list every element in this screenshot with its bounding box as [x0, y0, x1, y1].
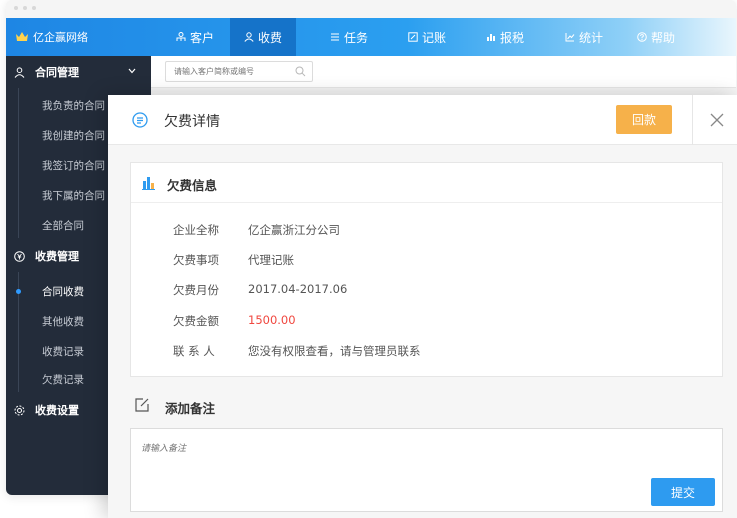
- field-value: 2017.04-2017.06: [248, 282, 348, 296]
- nav-label: 任务: [344, 30, 369, 45]
- field-label: 企业全称: [173, 223, 219, 237]
- field-arrears-item: 欠费事项 代理记账: [131, 252, 722, 272]
- yen-icon: [14, 250, 25, 262]
- nav-label: 统计: [579, 30, 604, 45]
- coin-icon: [132, 112, 148, 128]
- modal-header: 欠费详情 回款: [108, 95, 737, 145]
- chevron-down-icon: [128, 68, 136, 74]
- sidebar-group-label: 收费设置: [35, 404, 79, 417]
- user-icon: [244, 32, 254, 42]
- info-card-header: 欠费信息: [131, 163, 722, 203]
- search-icon[interactable]: [295, 66, 306, 77]
- nav-tax[interactable]: 报税: [472, 18, 538, 56]
- field-label: 欠费月份: [173, 283, 219, 297]
- edit-note-icon: [135, 398, 149, 412]
- remark-box: 提交: [130, 428, 723, 512]
- refund-button[interactable]: 回款: [616, 105, 672, 134]
- sidebar-item-label: 合同收费: [42, 285, 84, 298]
- field-contact: 联 系 人 您没有权限查看，请与管理员联系: [131, 343, 722, 363]
- arrears-info-card: 欠费信息 企业全称 亿企赢浙江分公司 欠费事项 代理记账 欠费月份 2017.0…: [130, 162, 723, 377]
- nav-bookkeeping[interactable]: 记账: [394, 18, 460, 56]
- list-icon: [331, 33, 339, 41]
- field-label: 欠费事项: [173, 253, 219, 267]
- header-divider: [692, 95, 693, 145]
- edit-icon: [408, 32, 418, 42]
- nav-label: 报税: [500, 30, 525, 45]
- brand[interactable]: 亿企赢网络: [16, 18, 88, 56]
- remark-title: 添加备注: [165, 401, 216, 416]
- arrears-detail-modal: 欠费详情 回款 欠费信息 企业全称 亿企赢浙江分公司 欠费事项 代理记账 欠费月…: [108, 95, 737, 518]
- nav-label: 记账: [422, 30, 447, 45]
- field-label: 欠费金额: [173, 314, 219, 328]
- window-titlebar: [6, 0, 736, 18]
- close-icon[interactable]: [708, 111, 726, 129]
- user-icon: [14, 66, 25, 78]
- building-icon: [142, 177, 155, 190]
- crown-logo-icon: [16, 32, 28, 41]
- nav-help[interactable]: 帮助: [623, 18, 689, 56]
- active-indicator: [16, 289, 21, 294]
- field-value: 代理记账: [248, 253, 294, 267]
- remark-textarea[interactable]: [131, 429, 722, 511]
- search-bar: [151, 56, 736, 88]
- window-dot[interactable]: [23, 6, 27, 10]
- info-card-title: 欠费信息: [167, 178, 218, 193]
- line-chart-icon: [565, 33, 575, 42]
- window-dot[interactable]: [14, 6, 18, 10]
- submit-button[interactable]: 提交: [651, 478, 715, 506]
- field-arrears-amount: 欠费金额 1500.00: [131, 313, 722, 333]
- field-value: 亿企赢浙江分公司: [248, 223, 340, 237]
- search-input[interactable]: [166, 62, 286, 81]
- field-value: 您没有权限查看，请与管理员联系: [248, 344, 421, 358]
- sidebar-group-contracts[interactable]: 合同管理: [6, 56, 151, 88]
- arrears-amount-value: 1500.00: [248, 313, 296, 327]
- modal-title: 欠费详情: [164, 114, 220, 130]
- nav-label: 客户: [190, 30, 215, 45]
- window-controls: [14, 6, 36, 10]
- settings-icon: [14, 405, 25, 415]
- nav-tasks[interactable]: 任务: [316, 18, 382, 56]
- window-dot[interactable]: [32, 6, 36, 10]
- nav-billing[interactable]: 收费: [230, 18, 297, 56]
- nav-statistics[interactable]: 统计: [551, 18, 617, 56]
- nav-customers[interactable]: 客户: [162, 18, 228, 56]
- field-label: 联 系 人: [173, 344, 215, 358]
- field-arrears-months: 欠费月份 2017.04-2017.06: [131, 282, 722, 302]
- brand-name: 亿企赢网络: [33, 31, 88, 44]
- customers-icon: [176, 32, 186, 41]
- help-icon: [637, 32, 647, 42]
- search-box: [165, 61, 313, 82]
- nav-label: 帮助: [651, 30, 676, 45]
- chart-bar-icon: [487, 34, 495, 41]
- field-company-name: 企业全称 亿企赢浙江分公司: [131, 222, 722, 242]
- nav-label: 收费: [258, 30, 283, 45]
- sidebar-group-label: 合同管理: [35, 66, 79, 79]
- top-navigation: 亿企赢网络 客户 收费 任务 记账 报税 统计 帮助: [6, 18, 736, 56]
- sidebar-group-label: 收费管理: [35, 250, 79, 263]
